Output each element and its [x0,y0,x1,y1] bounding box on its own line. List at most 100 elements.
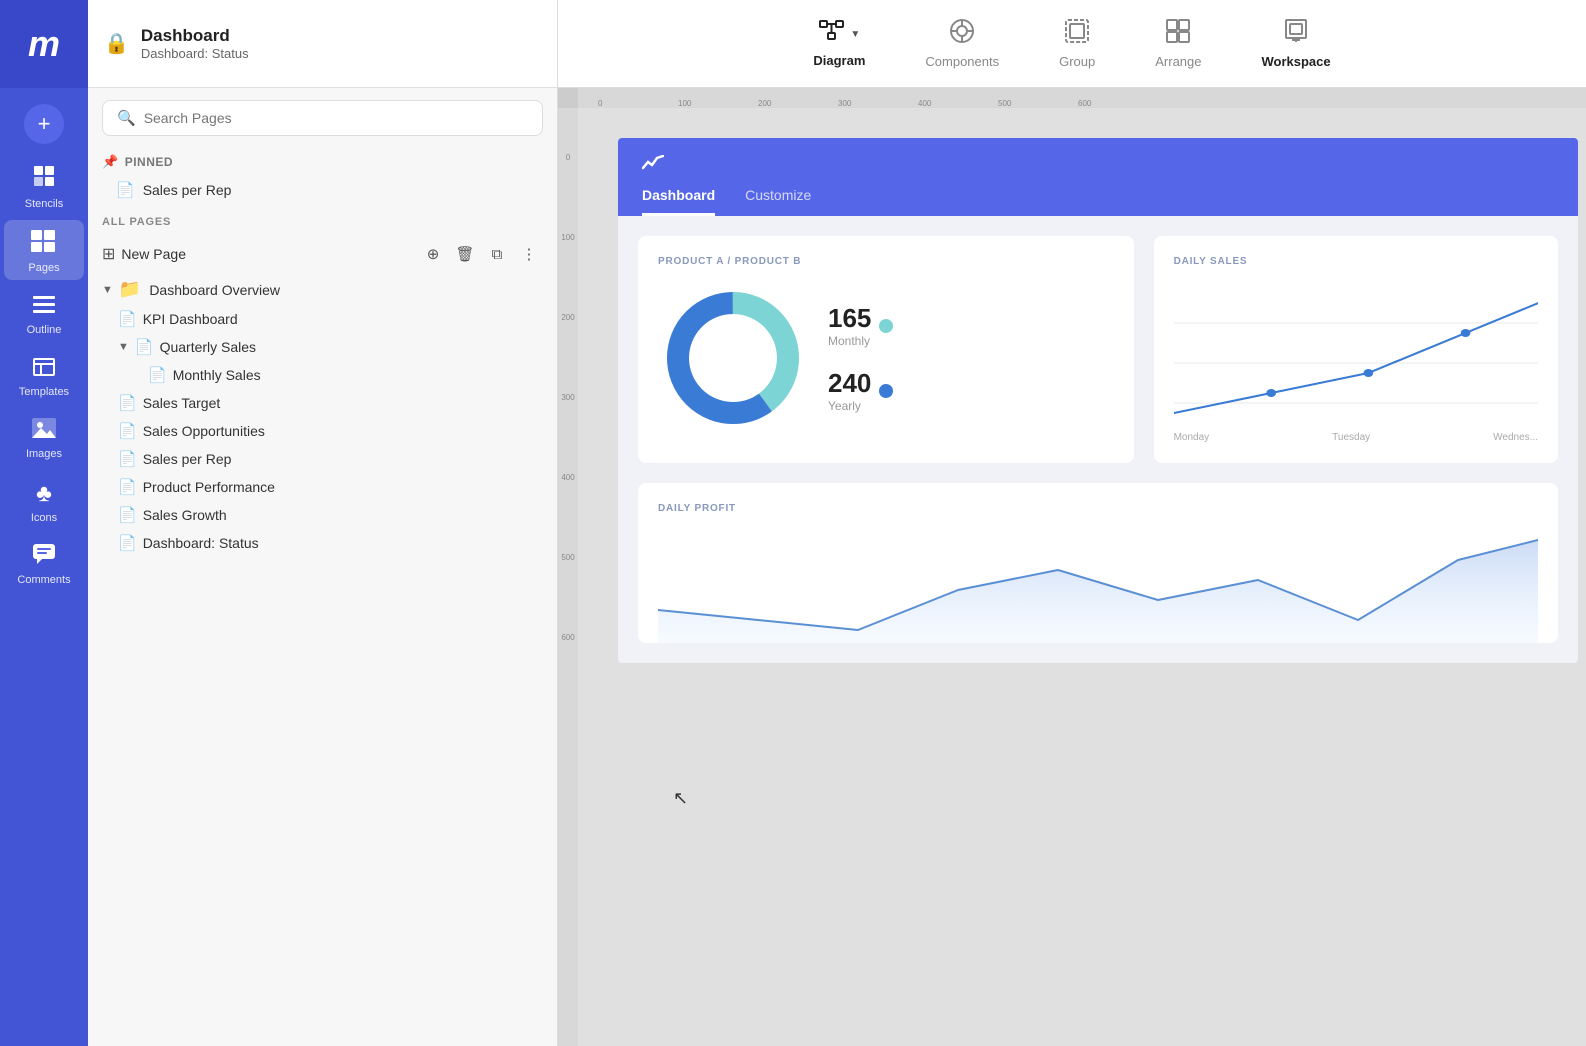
doc-icon: 📄 [118,422,137,440]
arrange-label: Arrange [1155,54,1201,69]
app-logo[interactable]: m [0,0,88,88]
line-chart: Monday Tuesday Wednes... [1174,283,1538,443]
outline-label: Outline [27,324,62,336]
daily-profit-title: DAILY PROFIT [658,503,1538,514]
images-label: Images [26,448,62,460]
dashboard-header: Dashboard Customize [618,138,1578,216]
toolbar-diagram[interactable]: ▼ Diagram [783,9,895,78]
tree-item-monthly-sales[interactable]: 📄 Monthly Sales [88,361,557,389]
stencils-label: Stencils [25,198,64,210]
toolbar-components[interactable]: Components [895,8,1029,79]
tree-item-dashboard-status[interactable]: 📄 Dashboard: Status [88,529,557,557]
tab-customize[interactable]: Customize [745,187,811,216]
comments-label: Comments [17,574,70,586]
pinned-label: 📌 PINNED [88,148,557,174]
group-label: Group [1059,54,1095,69]
pinned-sales-per-rep[interactable]: 📄 Sales per Rep [88,174,557,206]
toolbar-arrange[interactable]: Arrange [1125,8,1231,79]
horizontal-ruler: 0 100 200 300 400 500 600 [578,88,1586,108]
tree-item-dashboard-overview[interactable]: ▼ 📁 Dashboard Overview [88,274,557,305]
all-pages-label: ALL PAGES [88,206,557,234]
yearly-dot [879,384,893,398]
page-tree: ▼ 📁 Dashboard Overview 📄 KPI Dashboard ▼… [88,274,557,1046]
tab-dashboard[interactable]: Dashboard [642,187,715,216]
profit-section: DAILY PROFIT [618,483,1578,663]
logo-letter: m [28,23,60,65]
workspace-label: Workspace [1262,54,1331,69]
header-titles: Dashboard Dashboard: Status [141,26,249,61]
search-input[interactable] [144,110,528,126]
doc-icon: 📄 [116,181,135,199]
doc-icon: 📄 [118,506,137,524]
header-title: Dashboard [141,26,249,46]
sidebar-item-comments[interactable]: Comments [4,534,84,592]
templates-label: Templates [19,386,69,398]
legend-monthly: 165 Monthly [828,303,893,348]
vertical-ruler: 0 100 200 300 400 500 600 [558,88,578,1046]
tree-item-sales-target[interactable]: 📄 Sales Target [88,389,557,417]
pages-panel: 🔒 Dashboard Dashboard: Status 🔍 📌 PINNED… [88,0,558,1046]
tree-item-product-performance[interactable]: 📄 Product Performance [88,473,557,501]
dashboard-preview: Dashboard Customize PRODUCT A / PRODUCT … [618,138,1578,663]
tree-item-sales-per-rep[interactable]: 📄 Sales per Rep [88,445,557,473]
tree-item-kpi-dashboard[interactable]: 📄 KPI Dashboard [88,305,557,333]
diagram-label: Diagram [813,53,865,68]
dropdown-arrow: ▼ [850,29,860,40]
tree-item-sales-growth[interactable]: 📄 Sales Growth [88,501,557,529]
arrange-icon [1165,18,1191,50]
doc-icon: 📄 [118,394,137,412]
pin-icon: 📌 [102,154,119,170]
canvas-content: Dashboard Customize PRODUCT A / PRODUCT … [578,108,1586,1046]
sidebar-item-icons[interactable]: ♣ Icons [4,470,84,530]
monthly-value: 165 [828,303,871,334]
components-label: Components [925,54,999,69]
toolbar-workspace[interactable]: Workspace [1232,8,1361,79]
donut-chart [658,283,808,433]
templates-icon [33,356,55,382]
comments-icon [33,544,55,570]
doc-icon: 📄 [135,338,154,356]
search-icon: 🔍 [117,109,136,127]
duplicate-page-button[interactable]: ⧉ [483,240,511,268]
search-container: 🔍 [88,88,557,148]
monthly-label: Monthly [828,334,871,348]
more-options-button[interactable]: ⋮ [515,240,543,268]
doc-icon: 📄 [118,450,137,468]
daily-sales-card: DAILY SALES [1154,236,1558,463]
plus-icon: + [38,111,51,137]
sidebar-item-pages[interactable]: Pages [4,220,84,280]
toolbar: ▼ Diagram Components [558,0,1586,88]
icon-rail: m + Stencils Pages O [0,0,88,1046]
images-icon [32,418,56,444]
chevron-down-icon: ▼ [102,284,113,296]
donut-container: 165 Monthly 240 Yearly [658,283,1114,433]
add-button[interactable]: + [24,104,64,144]
yearly-value: 240 [828,368,871,399]
outline-icon [33,294,55,320]
product-card: PRODUCT A / PRODUCT B [638,236,1134,463]
trend-icon [642,154,1554,177]
search-box[interactable]: 🔍 [102,100,543,136]
doc-icon: 📄 [148,366,167,384]
workspace-icon [1284,18,1308,50]
sidebar-item-stencils[interactable]: Stencils [4,154,84,216]
canvas-area: 0 100 200 300 400 500 600 0 100 200 300 [558,88,1586,1046]
delete-page-button[interactable]: 🗑 [451,240,479,268]
pages-icon [31,230,57,258]
diagram-row: ▼ [818,19,860,49]
add-page-button[interactable]: ⊕ [419,240,447,268]
main-area: ▼ Diagram Components [558,0,1586,1046]
toolbar-group[interactable]: Group [1029,8,1125,79]
sidebar-item-images[interactable]: Images [4,408,84,466]
tree-item-sales-opportunities[interactable]: 📄 Sales Opportunities [88,417,557,445]
doc-icon: 📄 [118,478,137,496]
sidebar-item-outline[interactable]: Outline [4,284,84,342]
new-page-icon: ⊞ [102,244,115,264]
monthly-dot [879,319,893,333]
donut-legend: 165 Monthly 240 Yearly [828,303,893,413]
sidebar-item-templates[interactable]: Templates [4,346,84,404]
daily-sales-title: DAILY SALES [1174,256,1538,267]
new-page-button[interactable]: ⊞ New Page [102,244,413,264]
tree-item-quarterly-sales[interactable]: ▼ 📄 Quarterly Sales [88,333,557,361]
daily-profit-card: DAILY PROFIT [638,483,1558,643]
